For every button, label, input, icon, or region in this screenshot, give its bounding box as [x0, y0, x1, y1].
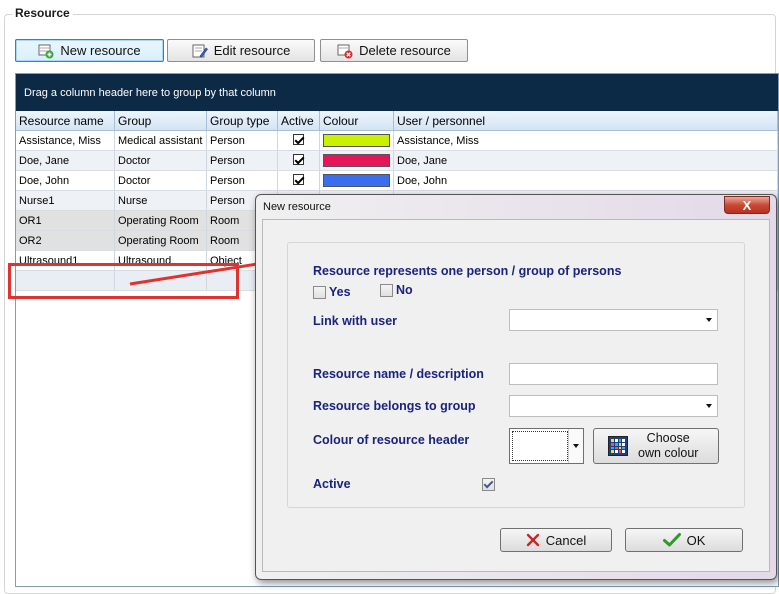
- table-row[interactable]: Doe, John Doctor Person Doe, John: [16, 171, 778, 191]
- cell-resource-name: Doe, John: [16, 171, 115, 190]
- colour-swatch: [323, 174, 390, 187]
- column-header-colour[interactable]: Colour: [320, 111, 394, 130]
- group-select[interactable]: [509, 395, 718, 417]
- no-checkbox[interactable]: [380, 283, 393, 297]
- cancel-button[interactable]: Cancel: [500, 528, 612, 552]
- cell-resource-name: Doe, Jane: [16, 151, 115, 170]
- yes-checkbox[interactable]: [313, 285, 326, 299]
- cell-group: Doctor: [115, 151, 207, 170]
- cell-group-type: Person: [207, 171, 278, 190]
- group-by-hint: Drag a column header here to group by th…: [24, 86, 276, 99]
- dialog-title: New resource: [263, 201, 331, 213]
- edit-resource-button[interactable]: Edit resource: [167, 39, 315, 62]
- edit-resource-label: Edit resource: [213, 43, 291, 58]
- link-user-select[interactable]: [509, 309, 718, 331]
- colour-swatch: [323, 154, 390, 167]
- represents-label: Resource represents one person / group o…: [313, 264, 622, 278]
- dialog-body: Resource represents one person / group o…: [262, 219, 770, 572]
- colour-label: Colour of resource header: [313, 433, 470, 447]
- new-resource-label: New resource: [60, 43, 141, 58]
- yes-label: Yes: [329, 285, 351, 299]
- group-label: Resource belongs to group: [313, 399, 476, 413]
- link-user-label: Link with user: [313, 314, 398, 328]
- column-header-group-type[interactable]: Group type: [207, 111, 278, 130]
- cancel-icon: [526, 533, 539, 547]
- group-by-panel[interactable]: Drag a column header here to group by th…: [16, 74, 778, 111]
- table-row[interactable]: Doe, Jane Doctor Person Doe, Jane: [16, 151, 778, 171]
- no-label: No: [396, 283, 413, 297]
- active-checkbox[interactable]: [482, 478, 495, 491]
- ok-label: OK: [686, 532, 706, 548]
- cell-group-type: Person: [207, 131, 278, 150]
- choose-own-colour-button[interactable]: Choose own colour: [593, 428, 719, 464]
- delete-icon: [337, 43, 353, 59]
- colour-select[interactable]: [509, 428, 584, 464]
- close-icon: X: [742, 197, 752, 213]
- resource-group-title: Resource: [12, 6, 73, 20]
- grid-header: Resource name Group Group type Active Co…: [16, 111, 778, 131]
- no-option[interactable]: No: [380, 283, 413, 297]
- colour-dropdown-button[interactable]: [568, 429, 583, 463]
- delete-resource-button[interactable]: Delete resource: [320, 39, 468, 62]
- cell-resource-name: OR2: [16, 231, 115, 250]
- cell-group: Nurse: [115, 191, 207, 210]
- table-row[interactable]: Assistance, Miss Medical assistant Perso…: [16, 131, 778, 151]
- resource-name-input[interactable]: [509, 363, 718, 385]
- active-label: Active: [313, 477, 351, 491]
- cell-colour: [320, 151, 394, 170]
- yes-option[interactable]: Yes: [313, 285, 351, 299]
- own-colour-line2: own colour: [638, 446, 699, 460]
- ok-button[interactable]: OK: [625, 528, 743, 552]
- new-resource-dialog: New resource X Resource represents one p…: [255, 194, 777, 580]
- cell-active: [278, 131, 320, 150]
- cell-group: Medical assistant: [115, 131, 207, 150]
- own-colour-line1: Choose: [646, 431, 690, 445]
- cell-user: Doe, Jane: [394, 151, 778, 170]
- cell-group: Doctor: [115, 171, 207, 190]
- chevron-down-icon: [573, 444, 579, 448]
- palette-icon: [608, 436, 628, 456]
- active-checkbox[interactable]: [293, 154, 304, 165]
- check-icon: [662, 533, 681, 547]
- cell-active: [278, 151, 320, 170]
- chevron-down-icon: [706, 404, 712, 408]
- close-button[interactable]: X: [724, 196, 770, 214]
- edit-icon: [192, 43, 208, 59]
- cell-user: Assistance, Miss: [394, 131, 778, 150]
- colour-preview: [512, 431, 568, 461]
- cell-group: Operating Room: [115, 231, 207, 250]
- active-checkbox[interactable]: [293, 174, 304, 185]
- column-header-group[interactable]: Group: [115, 111, 207, 130]
- cell-group-type: Person: [207, 151, 278, 170]
- new-resource-button[interactable]: New resource: [15, 39, 164, 62]
- cell-group: Operating Room: [115, 211, 207, 230]
- active-checkbox[interactable]: [293, 134, 304, 145]
- cancel-label: Cancel: [545, 532, 587, 548]
- resource-name-label: Resource name / description: [313, 367, 484, 381]
- column-header-resource-name[interactable]: Resource name: [16, 111, 115, 130]
- colour-swatch: [323, 134, 390, 147]
- cell-active: [278, 171, 320, 190]
- cell-colour: [320, 171, 394, 190]
- add-icon: [38, 43, 54, 59]
- cell-resource-name: Nurse1: [16, 191, 115, 210]
- own-colour-label: Choose own colour: [638, 431, 698, 461]
- cell-resource-name: OR1: [16, 211, 115, 230]
- cell-resource-name: Assistance, Miss: [16, 131, 115, 150]
- chevron-down-icon: [706, 318, 712, 322]
- column-header-user[interactable]: User / personnel: [394, 111, 778, 130]
- cell-colour: [320, 131, 394, 150]
- highlight-box: [8, 263, 239, 299]
- cell-user: Doe, John: [394, 171, 778, 190]
- delete-resource-label: Delete resource: [359, 43, 451, 58]
- column-header-active[interactable]: Active: [278, 111, 320, 130]
- form-panel: Resource represents one person / group o…: [287, 242, 745, 508]
